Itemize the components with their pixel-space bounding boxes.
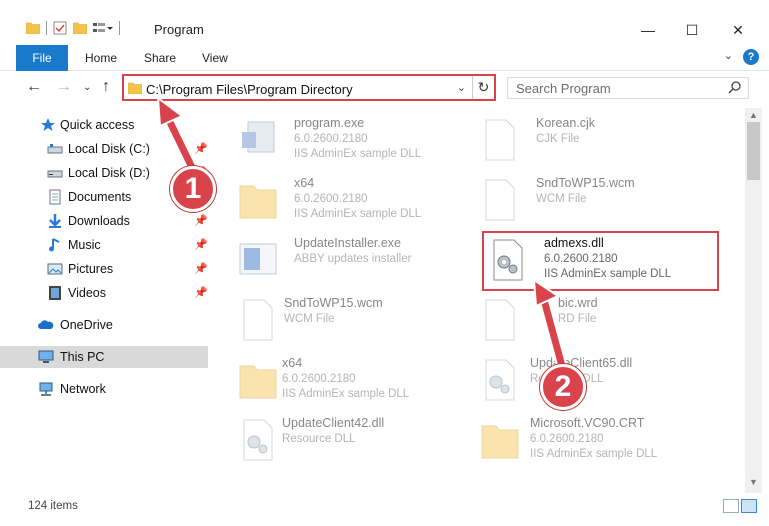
help-button[interactable]: ? [743,49,759,65]
refresh-icon[interactable]: ↻ [472,76,494,99]
file-item[interactable]: UpdateClient42.dll Resource DLL [238,412,478,468]
file-item[interactable]: Korean.cjk CJK File [480,112,720,168]
videos-icon [49,286,61,300]
title-bar: Program — ☐ ✕ [0,0,769,44]
vertical-scrollbar[interactable]: ▲ ▼ [745,108,762,493]
tab-share[interactable]: Share [144,51,176,65]
star-icon [41,118,55,131]
sidebar-item-network[interactable]: Network [0,378,208,400]
sidebar-item-music[interactable]: Music 📌 [0,234,208,256]
pin-icon[interactable]: 📌 [194,214,208,227]
blank-file-icon [243,299,273,341]
annotation-arrow-2 [532,278,568,372]
toolbar-separator [46,21,47,35]
folder-icon [481,425,519,459]
sidebar-item-onedrive[interactable]: OneDrive [0,314,208,336]
step-badge-1: 1 [170,166,216,212]
exe-icon [242,121,275,153]
view-switcher [723,499,757,513]
file-item[interactable]: SndToWP15.wcm WCM File [480,172,720,228]
dll-gear-icon [243,419,273,461]
file-item[interactable]: Microsoft.VC90.CRT 6.0.2600.2180 IIS Adm… [480,412,720,468]
music-icon [49,238,60,252]
installer-icon [239,243,277,275]
tab-view[interactable]: View [202,51,228,65]
sidebar-item-this-pc[interactable]: This PC [0,346,208,368]
folder-icon [239,365,277,399]
file-item[interactable]: UpdateInstaller.exe ABBY updates install… [238,232,478,288]
file-item[interactable]: x64 6.0.2600.2180 IIS AdminEx sample DLL [238,172,478,228]
details-view-icon[interactable] [723,499,739,513]
downloads-icon [49,214,61,228]
step-badge-2: 2 [540,364,586,410]
blank-file-icon [485,119,515,161]
file-item[interactable]: program.exe 6.0.2600.2180 IIS AdminEx sa… [238,112,478,168]
drive-icon [47,144,63,154]
customize-toolbar-icon[interactable] [93,22,113,34]
item-count: 124 items [28,500,78,512]
file-item[interactable]: bic.wrd RD File [480,292,720,348]
search-box[interactable]: Search Program [507,77,749,99]
file-item[interactable]: x64 6.0.2600.2180 IIS AdminEx sample DLL [238,352,478,408]
blank-file-icon [485,299,515,341]
computer-icon [38,350,54,363]
search-input[interactable]: Search Program [516,81,611,96]
pin-icon[interactable]: 📌 [194,238,208,251]
minimize-button[interactable]: — [633,20,663,40]
drive-icon [47,170,63,178]
sidebar-item-pictures[interactable]: Pictures 📌 [0,258,208,280]
documents-icon [49,189,61,205]
ribbon: File Home Share View ⌄ ? [0,44,769,71]
dll-gear-icon [485,359,515,401]
forward-arrow-icon[interactable]: → [56,78,72,96]
pictures-icon [47,263,63,275]
close-button[interactable]: ✕ [723,20,753,40]
sidebar-item-downloads[interactable]: Downloads 📌 [0,210,208,232]
recent-locations-chevron-icon[interactable]: ⌄ [83,82,91,93]
window-title: Program [154,22,204,37]
file-list: program.exe 6.0.2600.2180 IIS AdminEx sa… [218,108,742,493]
scroll-down-icon[interactable]: ▼ [745,477,762,491]
pin-icon[interactable]: 📌 [194,286,208,299]
scrollbar-thumb[interactable] [747,122,760,180]
annotation-highlight-box [482,231,719,291]
maximize-button[interactable]: ☐ [677,20,707,40]
tab-home[interactable]: Home [85,51,117,65]
blank-file-icon [485,179,515,221]
sidebar-item-videos[interactable]: Videos 📌 [0,282,208,304]
folder-icon [239,185,277,219]
properties-icon[interactable] [53,21,67,35]
quick-access-toolbar [26,21,120,35]
network-icon [39,382,53,396]
address-dropdown-chevron-icon[interactable]: ⌄ [457,81,466,94]
tiles-view-icon[interactable] [741,499,757,513]
new-folder-icon[interactable] [73,22,87,34]
folder-icon[interactable] [26,22,40,34]
cloud-icon [38,320,54,329]
back-arrow-icon[interactable]: ← [26,78,42,96]
file-item[interactable]: SndToWP15.wcm WCM File [238,292,478,348]
toolbar-separator [119,21,120,35]
status-bar: 124 items [0,496,769,526]
pin-icon[interactable]: 📌 [194,262,208,275]
navigation-bar: ← → ⌄ ↑ C:\Program Files\Program Directo… [0,72,769,104]
expand-ribbon-chevron-icon[interactable]: ⌄ [724,49,733,62]
folder-icon [128,82,142,94]
search-icon[interactable] [728,80,742,94]
file-item[interactable]: UpdateClient65.dll Resource DLL [480,352,720,408]
tab-file[interactable]: File [16,45,68,71]
up-arrow-icon[interactable]: ↑ [102,78,110,96]
